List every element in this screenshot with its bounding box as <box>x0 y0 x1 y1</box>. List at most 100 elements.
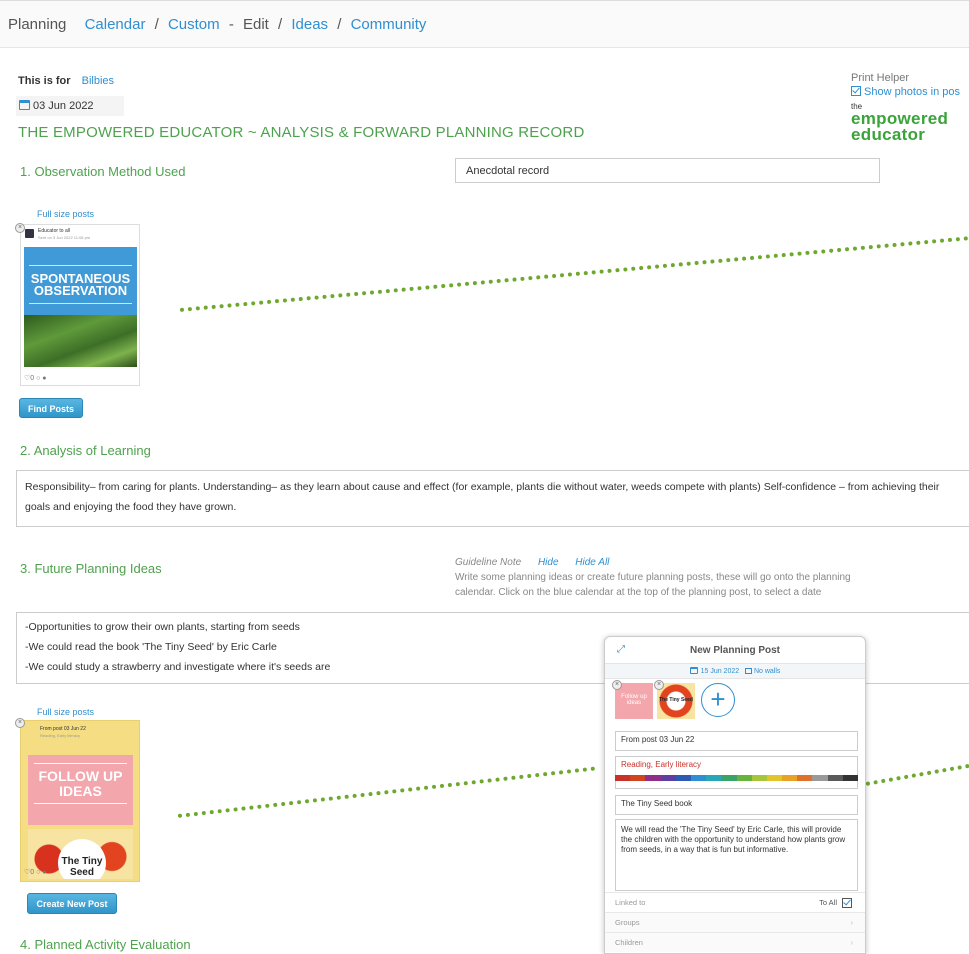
nav-separator: / <box>154 16 159 33</box>
tags-text: Reading, Early literacy <box>621 760 702 769</box>
idea-line: -Opportunities to grow their own plants,… <box>25 621 300 633</box>
tags-field[interactable]: Reading, Early literacy <box>615 756 858 789</box>
group-link[interactable]: Bilbies <box>82 75 114 87</box>
nav-community-link[interactable]: Community <box>351 16 427 33</box>
guideline-text-2: calendar. Click on the blue calendar at … <box>455 587 822 598</box>
full-size-posts-link-1[interactable]: Full size posts <box>37 209 94 219</box>
find-posts-button[interactable]: Find Posts <box>19 398 83 418</box>
hide-all-link[interactable]: Hide All <box>575 557 609 568</box>
swatch[interactable] <box>736 775 752 781</box>
image-rule <box>29 303 132 304</box>
modal-date[interactable]: 15 Jun 2022 <box>701 668 740 675</box>
print-helper: Print Helper Show photos in pos <box>851 72 960 98</box>
post-title-field[interactable]: The Tiny Seed book <box>615 795 858 815</box>
children-label: Children <box>615 938 643 947</box>
swatch[interactable] <box>812 775 828 781</box>
calendar-icon[interactable] <box>689 667 698 674</box>
image-rule <box>34 763 127 764</box>
walls-icon <box>744 668 752 674</box>
thumb-tiny-seed[interactable]: The Tiny Seed <box>657 683 695 719</box>
swatch[interactable] <box>797 775 813 781</box>
plus-circle-icon[interactable]: + <box>701 683 735 717</box>
nav-dash: - <box>228 16 234 33</box>
section2-heading: 2. Analysis of Learning <box>20 443 151 458</box>
nav-calendar-link[interactable]: Calendar <box>85 16 146 33</box>
groups-label: Groups <box>615 918 640 927</box>
guideline-label: Guideline Note <box>455 557 522 568</box>
close-icon[interactable]: × <box>15 718 25 728</box>
calendar-icon <box>19 100 30 110</box>
modal-date-bar: 15 Jun 2022 No walls <box>605 663 865 679</box>
nav-edit: Edit <box>242 16 269 33</box>
full-size-posts-link-2[interactable]: Full size posts <box>37 707 94 717</box>
swatch[interactable] <box>782 775 798 781</box>
avatar <box>25 229 34 238</box>
swatch[interactable] <box>630 775 646 781</box>
chevron-right-icon: › <box>850 938 854 947</box>
top-nav: Planning Calendar / Custom - Edit / Idea… <box>0 0 969 48</box>
swatch[interactable] <box>751 775 767 781</box>
children-row[interactable]: Children › <box>605 932 865 952</box>
guideline-note: Guideline Note Hide Hide All Write some … <box>455 555 851 600</box>
show-photos-checkbox[interactable]: Show photos in pos <box>851 86 960 98</box>
swatch[interactable] <box>766 775 783 781</box>
image-text-line1: FOLLOW UP <box>38 768 123 784</box>
nav-separator: / <box>278 16 283 33</box>
this-is-for: This is for Bilbies <box>18 75 114 87</box>
swatch[interactable] <box>615 775 631 781</box>
swatch[interactable] <box>706 775 722 781</box>
new-planning-post-modal: ⤢ New Planning Post 15 Jun 2022 No walls… <box>604 636 866 954</box>
close-icon[interactable]: × <box>15 223 25 233</box>
image-rule <box>34 803 127 804</box>
swatch[interactable] <box>645 775 661 781</box>
tiny-seed-badge: The Tiny Seed <box>58 839 106 879</box>
this-is-for-label: This is for <box>18 75 71 87</box>
no-walls[interactable]: No walls <box>754 668 780 675</box>
dotted-annotation-line <box>179 235 969 312</box>
hide-link[interactable]: Hide <box>538 557 559 568</box>
linked-to-label: Linked to <box>615 898 646 907</box>
chevron-right-icon: › <box>850 918 854 927</box>
image-text: FOLLOW UP IDEAS <box>24 769 137 799</box>
swatch[interactable] <box>690 775 707 781</box>
section3-heading: 3. Future Planning Ideas <box>20 561 162 576</box>
card-author: From post 03 Jun 22 <box>40 726 86 732</box>
nav-custom-link[interactable]: Custom <box>168 16 220 33</box>
card-author: Educator to all <box>38 228 70 234</box>
groups-row[interactable]: Groups › <box>605 912 865 932</box>
thumb-follow-up[interactable]: Follow up ideas <box>615 683 653 719</box>
print-helper-label: Print Helper <box>851 72 910 84</box>
section1-heading: 1. Observation Method Used <box>20 164 186 179</box>
from-post-field[interactable]: From post 03 Jun 22 <box>615 731 858 751</box>
show-photos-label: Show photos in pos <box>864 86 961 98</box>
post-body-textarea[interactable]: We will read the 'The Tiny Seed' by Eric… <box>615 819 858 891</box>
card-stats: ♡0 ○ ● <box>24 375 47 382</box>
image-text: SPONTANEOUS OBSERVATION <box>24 272 137 298</box>
follow-up-ideas-image: FOLLOW UP IDEAS The Tiny Seed <box>24 741 137 879</box>
image-rule <box>29 265 132 266</box>
swatch[interactable] <box>721 775 737 781</box>
section4-heading: 4. Planned Activity Evaluation <box>20 937 191 952</box>
card-meta: Sent on 3 Jun 2022 11:06 pm <box>38 235 91 240</box>
book-title-line1: The Tiny <box>61 856 103 867</box>
color-palette[interactable] <box>615 775 858 781</box>
dotted-annotation-line <box>177 766 596 818</box>
analysis-textarea[interactable]: Responsibility– from caring for plants. … <box>16 470 969 527</box>
swatch[interactable] <box>660 775 676 781</box>
image-text-line2: OBSERVATION <box>33 283 128 298</box>
observation-method-field[interactable]: Anecdotal record <box>455 158 880 183</box>
swatch[interactable] <box>675 775 691 781</box>
post-date[interactable]: 03 Jun 2022 <box>16 96 124 116</box>
dotted-annotation-line <box>865 763 969 786</box>
close-icon[interactable]: × <box>612 680 622 690</box>
modal-title: New Planning Post <box>689 645 780 656</box>
nav-ideas-link[interactable]: Ideas <box>291 16 328 33</box>
nav-planning: Planning <box>8 16 67 33</box>
close-icon[interactable]: × <box>654 680 664 690</box>
checkbox-icon[interactable] <box>842 898 852 908</box>
create-new-post-button[interactable]: Create New Post <box>27 893 117 914</box>
guideline-text-1: Write some planning ideas or create futu… <box>455 572 851 583</box>
swatch[interactable] <box>827 775 843 781</box>
spontaneous-observation-image: SPONTANEOUS OBSERVATION <box>24 247 137 367</box>
swatch[interactable] <box>842 775 858 781</box>
